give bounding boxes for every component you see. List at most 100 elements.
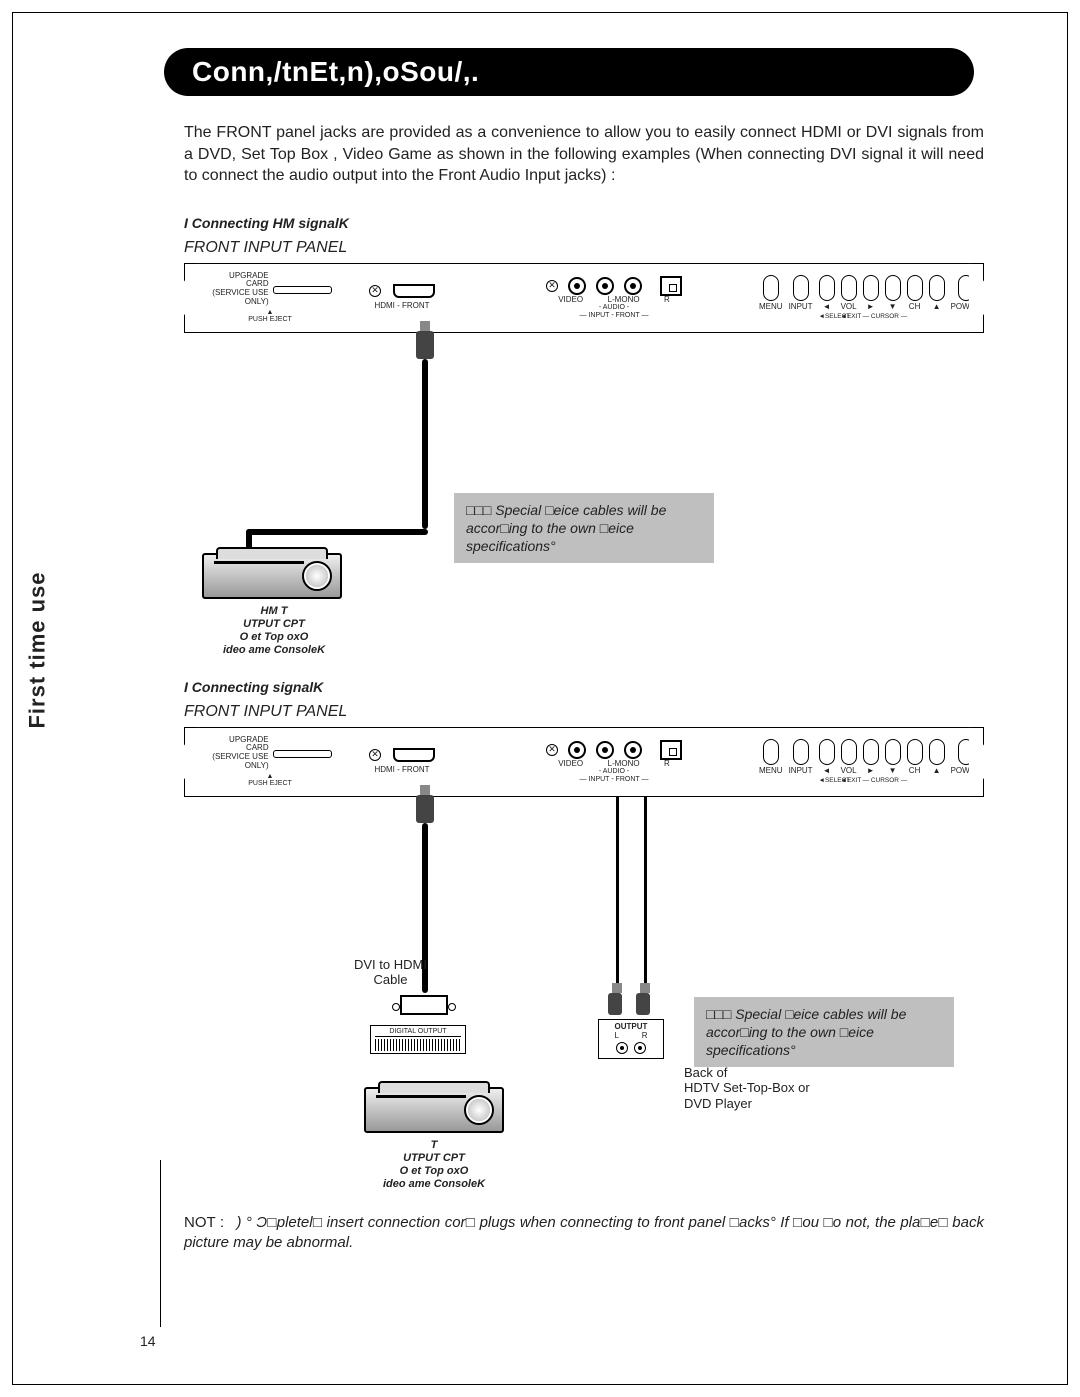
upgrade-label: UPGRADE CARD (208, 736, 268, 754)
margin-rule (160, 1160, 161, 1327)
av-input-group: ✕ VIDEO L-MONO R - AUDIO - — INPUT - FRO… (549, 276, 679, 320)
intro-paragraph: The FRONT panel jacks are provided as a … (184, 122, 984, 187)
hdmi-plug-icon (416, 795, 434, 823)
note-text: ) ° Ɔ□pletel□ insert connection cor□ plu… (184, 1214, 984, 1251)
btn-label: CH (909, 303, 921, 312)
btn-sublabel: ◄SELECT (819, 777, 835, 784)
cursor-bracket-label: — CURSOR — (863, 313, 908, 320)
screw-icon: ✕ (369, 285, 381, 297)
ch-down-icon (885, 739, 901, 765)
hdmi-front-slot: ✕ HDMI - FRONT (369, 284, 435, 311)
front-input-panel-2: UPGRADE CARD (SERVICE USE ONLY) ▲ PUSH E… (184, 727, 984, 797)
input-front-label: — INPUT - FRONT — (580, 312, 649, 320)
jack-icon (634, 1042, 646, 1054)
upgrade-card-slot: UPGRADE CARD (SERVICE USE ONLY) ▲ PUSH E… (215, 736, 325, 789)
output-label: OUTPUT (603, 1022, 659, 1031)
cable-note-2: □□□ Special □eice cables will be accor□i… (694, 997, 954, 1068)
rca-plug-icon (636, 993, 650, 1015)
jack-icon (616, 1042, 628, 1054)
panel-title-1: FRONT INPUT PANEL (184, 239, 984, 257)
power-button-icon (958, 739, 974, 765)
hdmi-socket-icon (393, 284, 435, 298)
section1-heading: I Connecting HM signalK (184, 215, 984, 231)
btn-label: ▼ (889, 303, 897, 312)
audio-cable-icon (644, 797, 647, 997)
video-label: VIDEO (558, 760, 583, 769)
section2-heading: I Connecting signalK (184, 679, 984, 695)
vol-up-icon (863, 275, 879, 301)
vol-down-icon (819, 275, 835, 301)
device-caption-2: T UTPUT CPT O et Top oxO ideo ame Consol… (344, 1139, 524, 1192)
control-buttons: MENU INPUT ◄ VOL ► ▼ CH ▲ POWER ◄SELECT … (723, 275, 981, 320)
btn-label: CH (909, 767, 921, 776)
digital-output-panel: DIGITAL OUTPUT (370, 1025, 466, 1054)
menu-button-icon (763, 275, 779, 301)
square-port-icon (660, 740, 682, 760)
btn-sublabel: ◄SELECT (819, 313, 835, 320)
audio-r-jack-icon (624, 741, 642, 759)
btn-label: ▼ (889, 767, 897, 776)
hdmi-connection-diagram: HM T UTPUT CPT O et Top oxO ideo ame Con… (184, 333, 984, 643)
audio-l-label: L-MONO (608, 296, 640, 305)
disc-icon (464, 1095, 494, 1125)
btn-label: ► (867, 767, 875, 776)
ch-up-icon (929, 739, 945, 765)
video-jack-icon (568, 277, 586, 295)
btn-label: ◄ (823, 303, 831, 312)
btn-label: MENU (759, 767, 783, 776)
hdmi-label: HDMI - FRONT (374, 766, 429, 775)
upgrade-sub: (SERVICE USE ONLY) (208, 289, 268, 307)
output-l-label: L (614, 1031, 618, 1040)
push-eject-label: PUSH EJECT (248, 316, 292, 324)
input-front-label: — INPUT - FRONT — (580, 776, 649, 784)
disc-icon (302, 561, 332, 591)
dvi-cable-label: DVI to HDMI Cable (354, 957, 427, 988)
rca-plug-icon (608, 993, 622, 1015)
audio-l-label: L-MONO (608, 760, 640, 769)
ch-button-icon (907, 739, 923, 765)
btn-label: ◄ (823, 767, 831, 776)
section-title: Conn,/tnEt,n),oSou/,. (164, 48, 974, 96)
hdmi-socket-icon (393, 748, 435, 762)
audio-group-label: - AUDIO - (599, 304, 629, 312)
btn-label: ► (867, 303, 875, 312)
vol-button-icon (841, 739, 857, 765)
dvi-connection-diagram: DVI to HDMI Cable DIGITAL OUTPUT OUTPUT … (184, 797, 984, 1197)
btn-label: VOL (841, 767, 857, 776)
av-input-group: ✕ VIDEO L-MONO R - AUDIO - — INPUT - FRO… (549, 740, 679, 784)
screw-icon: ✕ (546, 744, 558, 756)
vol-down-icon (819, 739, 835, 765)
btn-label: ▲ (933, 303, 941, 312)
hdmi-plug-icon (416, 331, 434, 359)
vol-button-icon (841, 275, 857, 301)
cable-icon (246, 529, 428, 535)
btn-label: POWER (951, 767, 981, 776)
btn-label: MENU (759, 303, 783, 312)
audio-output-panel: OUTPUT L R (598, 1019, 664, 1059)
btn-sublabel: ◄EXIT (841, 777, 857, 784)
ch-down-icon (885, 275, 901, 301)
ch-up-icon (929, 275, 945, 301)
cable-icon (422, 359, 428, 529)
dvi-connector-icon (400, 995, 448, 1015)
hdmi-label: HDMI - FRONT (374, 302, 429, 311)
control-buttons: MENU INPUT ◄ VOL ► ▼ CH ▲ POWER ◄SELECT … (723, 739, 981, 784)
upgrade-label: UPGRADE CARD (208, 272, 268, 290)
note-label: NOT : (184, 1214, 224, 1231)
video-jack-icon (568, 741, 586, 759)
audio-l-jack-icon (596, 277, 614, 295)
upgrade-sub: (SERVICE USE ONLY) (208, 753, 268, 771)
upgrade-card-slot: UPGRADE CARD (SERVICE USE ONLY) ▲ PUSH E… (215, 272, 325, 325)
hdmi-front-slot: ✕ HDMI - FRONT (369, 748, 435, 775)
sidebar-tab: First time use (18, 510, 58, 790)
cursor-bracket-label: — CURSOR — (863, 777, 908, 784)
audio-r-label: R (664, 760, 670, 769)
input-button-icon (793, 739, 809, 765)
front-input-panel-1: UPGRADE CARD (SERVICE USE ONLY) ▲ PUSH E… (184, 263, 984, 333)
video-label: VIDEO (558, 296, 583, 305)
screw-icon: ✕ (369, 749, 381, 761)
sidebar-text: First time use (25, 571, 51, 728)
cable-note-1: □□□ Special □eice cables will be accor□i… (454, 493, 714, 564)
menu-button-icon (763, 739, 779, 765)
audio-r-label: R (664, 296, 670, 305)
